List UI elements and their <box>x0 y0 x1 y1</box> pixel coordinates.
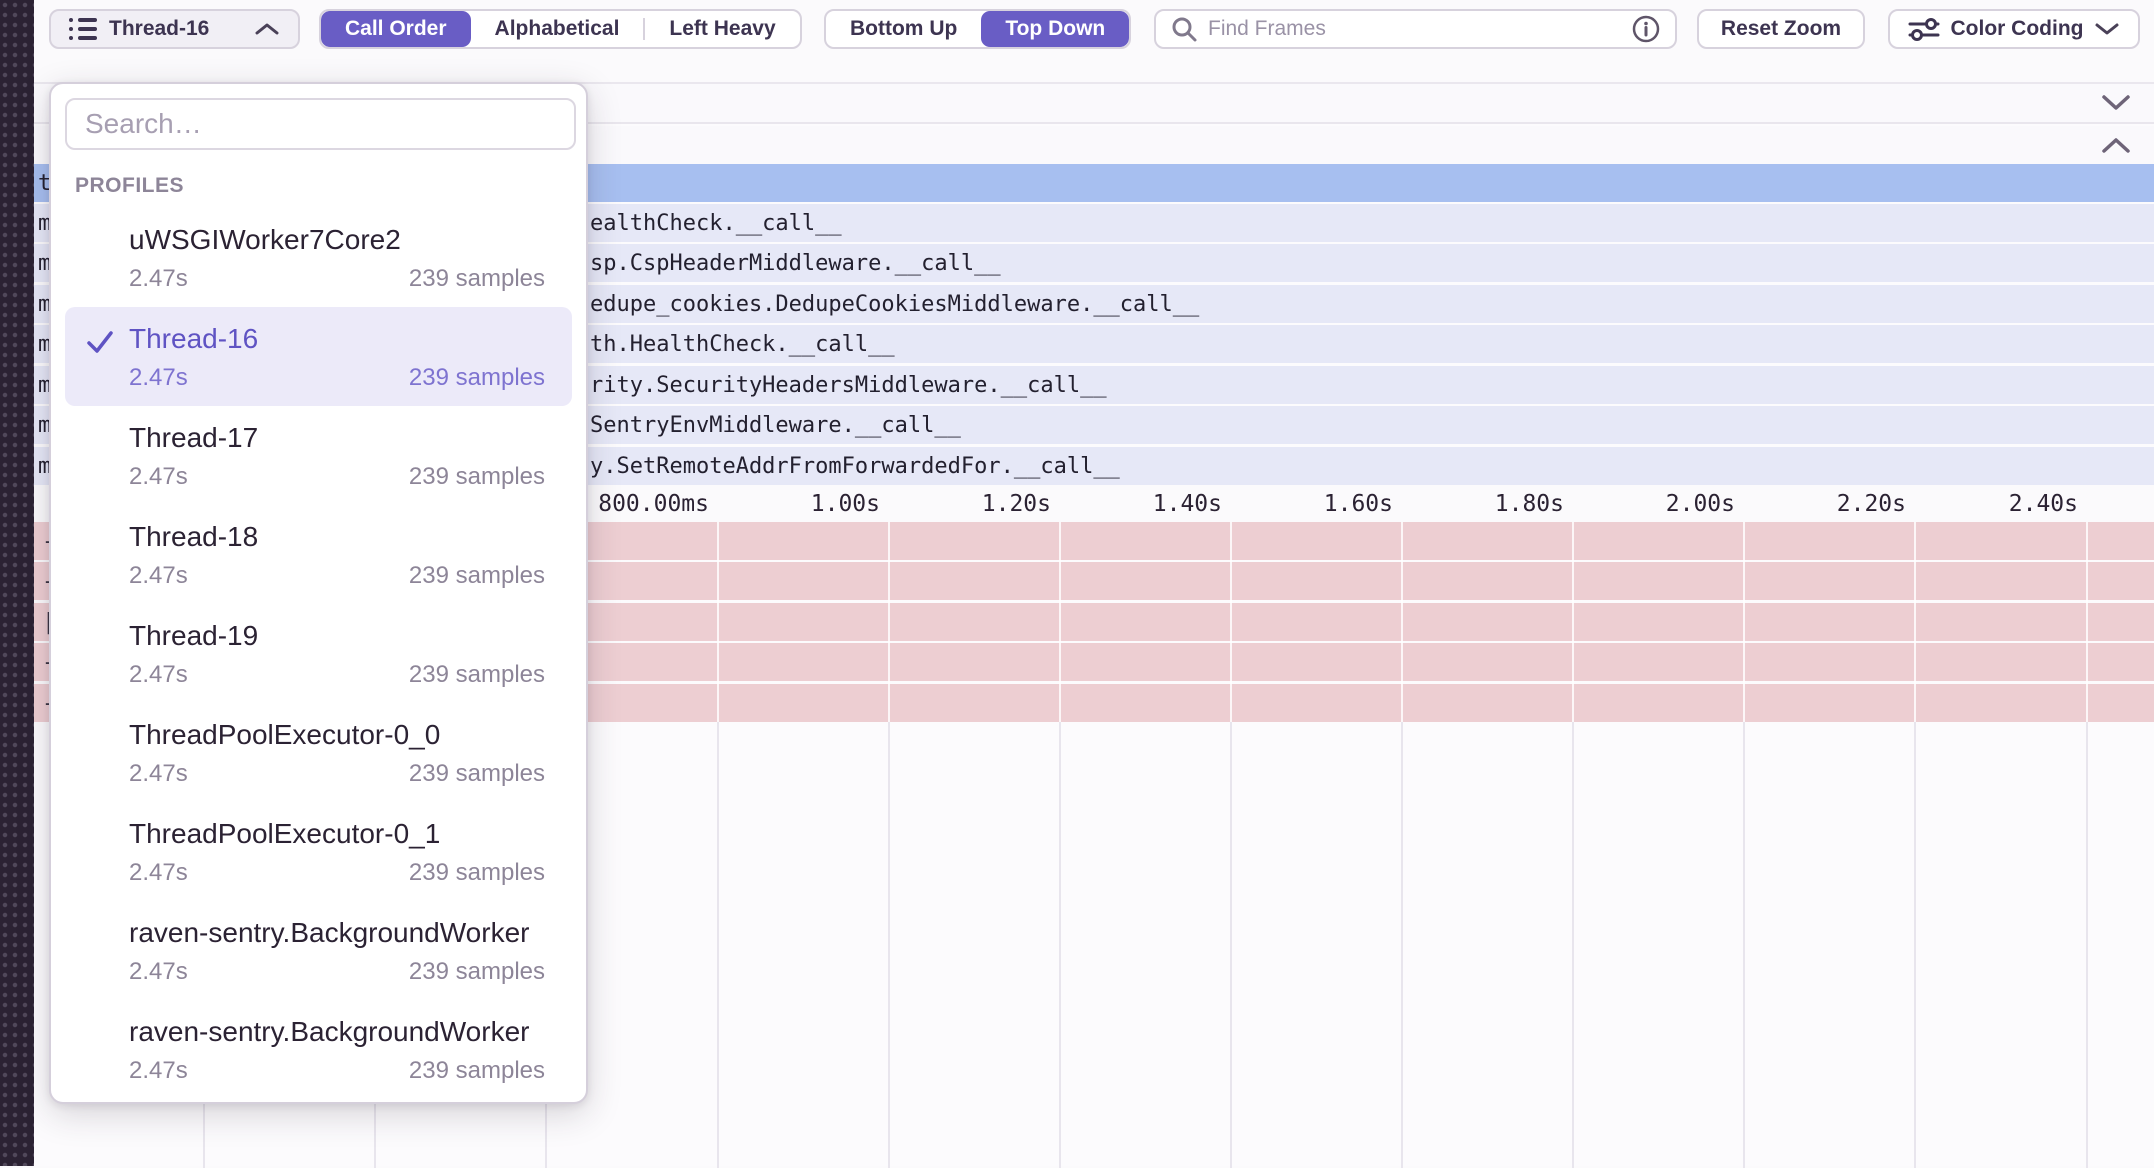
chevron-down-icon[interactable] <box>2100 93 2132 113</box>
axis-tick-label: 1.80s <box>1495 491 1564 517</box>
time-gridline <box>1401 722 1403 1168</box>
thread-option[interactable]: raven-sentry.BackgroundWorker 2.47s 239 s… <box>65 1000 572 1099</box>
thread-duration: 2.47s <box>129 759 188 789</box>
color-coding-button[interactable]: Color Coding <box>1888 9 2140 49</box>
axis-tick-label: 1.60s <box>1324 491 1393 517</box>
thread-search-input[interactable] <box>65 98 576 150</box>
thread-samples: 239 samples <box>409 363 545 393</box>
app-sidebar <box>0 0 34 1166</box>
thread-samples: 239 samples <box>409 858 545 888</box>
find-frames-field <box>1154 9 1677 49</box>
sort-segmented-control: Call Order Alphabetical Left Heavy <box>319 9 802 49</box>
info-icon[interactable] <box>1631 14 1661 44</box>
list-icon <box>69 18 97 40</box>
axis-tick-label: 2.00s <box>1666 491 1735 517</box>
find-frames-input[interactable] <box>1208 17 1631 41</box>
direction-segmented-control: Bottom Up Top Down <box>824 9 1131 49</box>
thread-option[interactable]: ThreadPoolExecutor-0_0 2.47s 239 samples <box>65 703 572 802</box>
thread-duration: 2.47s <box>129 957 188 987</box>
thread-option[interactable]: ThreadPoolExecutor-0_1 2.47s 239 samples <box>65 802 572 901</box>
reset-zoom-button[interactable]: Reset Zoom <box>1697 9 1865 49</box>
time-gridline <box>1914 722 1916 1168</box>
time-gridline <box>1743 522 1745 722</box>
thread-duration: 2.47s <box>129 264 188 294</box>
thread-samples: 239 samples <box>409 660 545 690</box>
thread-selector-button[interactable]: Thread-16 <box>49 9 300 49</box>
chevron-up-icon[interactable] <box>2100 135 2132 155</box>
sliders-icon <box>1908 17 1940 41</box>
sort-option-call-order[interactable]: Call Order <box>321 11 471 47</box>
sort-option-left-heavy[interactable]: Left Heavy <box>645 11 799 47</box>
thread-samples: 239 samples <box>409 1056 545 1086</box>
frame-label: rity.SecurityHeadersMiddleware.__call__ <box>590 373 1107 398</box>
time-gridline <box>717 722 719 1168</box>
direction-option-top-down[interactable]: Top Down <box>981 11 1129 47</box>
thread-name: Thread-19 <box>129 618 545 654</box>
search-icon <box>1170 15 1198 43</box>
time-gridline <box>1230 522 1232 722</box>
profiles-section-label: PROFILES <box>75 174 586 198</box>
thread-name: Thread-18 <box>129 519 545 555</box>
thread-name: raven-sentry.BackgroundWorker <box>129 1014 545 1050</box>
thread-duration: 2.47s <box>129 561 188 591</box>
frame-label: th.HealthCheck.__call__ <box>590 332 895 357</box>
reset-zoom-label: Reset Zoom <box>1721 17 1841 41</box>
time-gridline <box>1059 722 1061 1168</box>
thread-duration: 2.47s <box>129 660 188 690</box>
thread-option[interactable]: uWSGIWorker7Core2 2.47s 239 samples <box>65 208 572 307</box>
axis-tick-label: 2.20s <box>1837 491 1906 517</box>
thread-name: Thread-16 <box>129 321 545 357</box>
time-gridline <box>1401 522 1403 722</box>
flamegraph-toolbar: Thread-16 Call Order Alphabetical Left H… <box>34 0 2154 82</box>
frame-label: ealthCheck.__call__ <box>590 211 842 236</box>
thread-samples: 239 samples <box>409 759 545 789</box>
axis-tick-label: 1.40s <box>1153 491 1222 517</box>
thread-duration: 2.47s <box>129 858 188 888</box>
axis-tick-label: 1.20s <box>982 491 1051 517</box>
axis-tick-label: 2.40s <box>2009 491 2078 517</box>
thread-samples: 239 samples <box>409 561 545 591</box>
axis-tick-label: 1.00s <box>811 491 880 517</box>
color-coding-label: Color Coding <box>1951 17 2084 41</box>
thread-option[interactable]: Thread-19 2.47s 239 samples <box>65 604 572 703</box>
frame-label: SentryEnvMiddleware.__call__ <box>590 413 961 438</box>
sort-option-alphabetical[interactable]: Alphabetical <box>471 11 644 47</box>
chevron-up-icon <box>254 21 280 37</box>
time-gridline <box>1743 722 1745 1168</box>
check-icon <box>83 325 117 359</box>
frame-label: edupe_cookies.DedupeCookiesMiddleware.__… <box>590 292 1199 317</box>
thread-name: ThreadPoolExecutor-0_1 <box>129 816 545 852</box>
thread-name: ThreadPoolExecutor-0_0 <box>129 717 545 753</box>
time-gridline <box>717 522 719 722</box>
thread-option-selected[interactable]: Thread-16 2.47s 239 samples <box>65 307 572 406</box>
frame-label: y.SetRemoteAddrFromForwardedFor.__call__ <box>590 454 1120 479</box>
thread-samples: 239 samples <box>409 957 545 987</box>
time-gridline <box>888 522 890 722</box>
thread-dropdown-panel: PROFILES uWSGIWorker7Core2 2.47s 239 samp… <box>49 82 588 1104</box>
direction-option-bottom-up[interactable]: Bottom Up <box>826 11 981 47</box>
time-gridline <box>1572 522 1574 722</box>
time-gridline <box>2086 722 2088 1168</box>
thread-duration: 2.47s <box>129 1056 188 1086</box>
time-gridline <box>1230 722 1232 1168</box>
thread-option[interactable]: Thread-17 2.47s 239 samples <box>65 406 572 505</box>
time-gridline <box>1572 722 1574 1168</box>
thread-option[interactable]: raven-sentry.BackgroundWorker 2.47s 239 s… <box>65 901 572 1000</box>
chevron-down-icon <box>2094 21 2120 37</box>
thread-duration: 2.47s <box>129 363 188 393</box>
thread-name: raven-sentry.BackgroundWorker <box>129 915 545 951</box>
axis-tick-label: 800.00ms <box>598 491 709 517</box>
thread-name: uWSGIWorker7Core2 <box>129 222 545 258</box>
time-gridline <box>1914 522 1916 722</box>
time-gridline <box>888 722 890 1168</box>
time-gridline <box>1059 522 1061 722</box>
thread-samples: 239 samples <box>409 462 545 492</box>
thread-duration: 2.47s <box>129 462 188 492</box>
frame-label: sp.CspHeaderMiddleware.__call__ <box>590 251 1001 276</box>
thread-name: Thread-17 <box>129 420 545 456</box>
thread-samples: 239 samples <box>409 264 545 294</box>
thread-selector-label: Thread-16 <box>109 17 209 41</box>
time-gridline <box>2086 522 2088 722</box>
thread-option[interactable]: Thread-18 2.47s 239 samples <box>65 505 572 604</box>
